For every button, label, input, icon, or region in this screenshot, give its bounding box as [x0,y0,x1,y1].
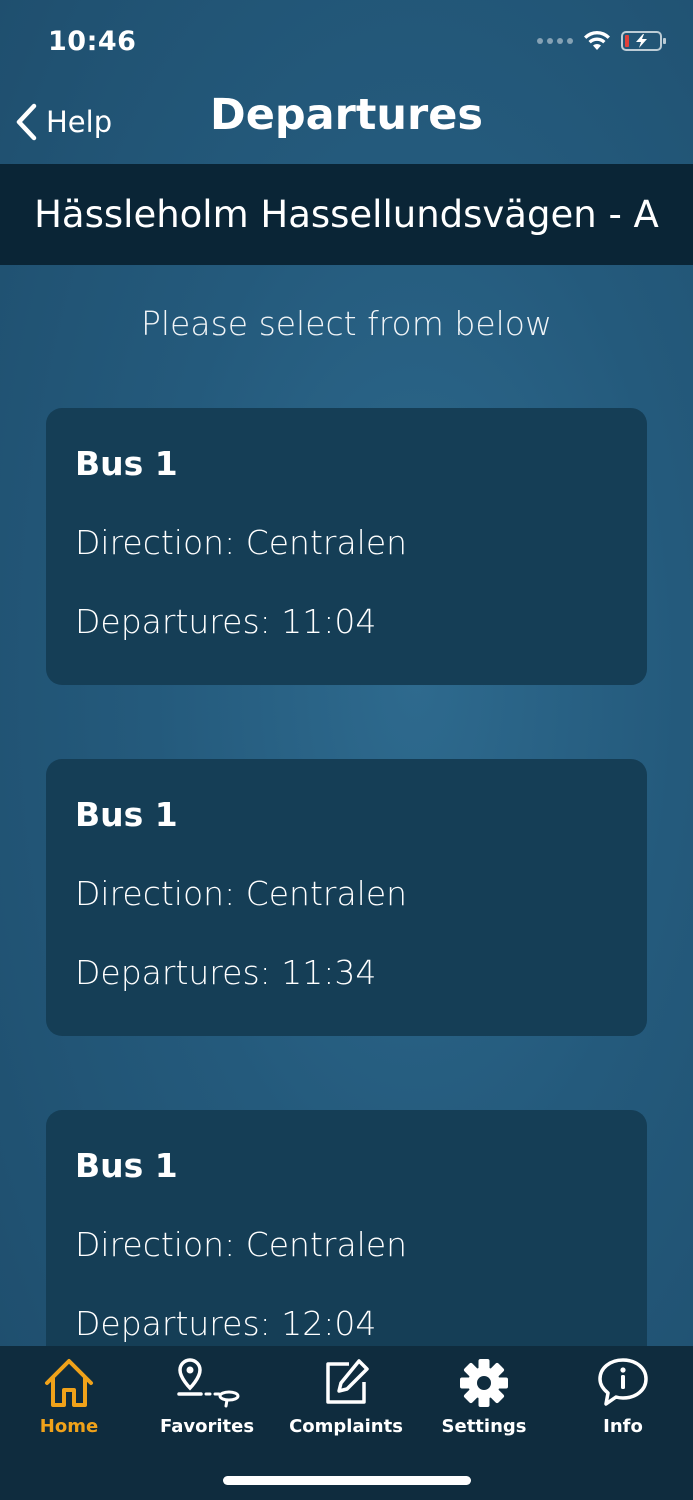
info-bubble-icon [598,1358,648,1406]
departure-time: Departures: 11:34 [75,953,377,992]
departure-card[interactable]: Bus 1 Direction: Centralen Departures: 1… [46,759,647,1036]
tab-info[interactable]: Info [554,1356,692,1446]
stop-name: Hässleholm Hassellundsvägen - A [34,193,659,236]
battery-charging-icon [621,31,666,51]
tab-label: Info [603,1416,643,1437]
status-indicators [537,30,667,52]
route-name: Bus 1 [75,444,178,483]
direction-text: Direction: Centralen [75,874,408,913]
departure-list[interactable]: Bus 1 Direction: Centralen Departures: 1… [46,408,647,1346]
home-icon [45,1359,93,1407]
tab-label: Home [39,1416,99,1437]
cellular-signal-icon [537,38,573,44]
departure-card[interactable]: Bus 1 Direction: Centralen Departures: 1… [46,408,647,685]
tab-favorites[interactable]: Favorites [138,1356,276,1446]
route-name: Bus 1 [75,795,178,834]
tab-label: Favorites [159,1416,255,1437]
gear-icon [460,1359,508,1407]
edit-icon [326,1359,369,1404]
route-name: Bus 1 [75,1146,178,1185]
route-pin-icon [177,1358,240,1408]
home-indicator[interactable] [223,1476,471,1485]
tab-label: Complaints [289,1416,403,1437]
tab-complaints[interactable]: Complaints [277,1356,415,1446]
tab-home[interactable]: Home [0,1356,138,1446]
status-time: 10:46 [48,26,137,57]
stop-header: Hässleholm Hassellundsvägen - A [0,164,693,265]
tab-label: Settings [441,1416,527,1437]
instruction-text: Please select from below [140,304,552,343]
direction-text: Direction: Centralen [75,523,408,562]
tab-settings[interactable]: Settings [415,1356,553,1446]
wifi-icon [584,30,610,50]
status-bar: 10:46 [0,0,693,88]
navigation-bar: Help Departures [0,88,693,164]
departure-time: Departures: 11:04 [75,602,377,641]
direction-text: Direction: Centralen [75,1225,408,1264]
departure-time: Departures: 12:04 [75,1304,377,1343]
page-title: Departures [210,90,483,140]
departure-card[interactable]: Bus 1 Direction: Centralen Departures: 1… [46,1110,647,1346]
